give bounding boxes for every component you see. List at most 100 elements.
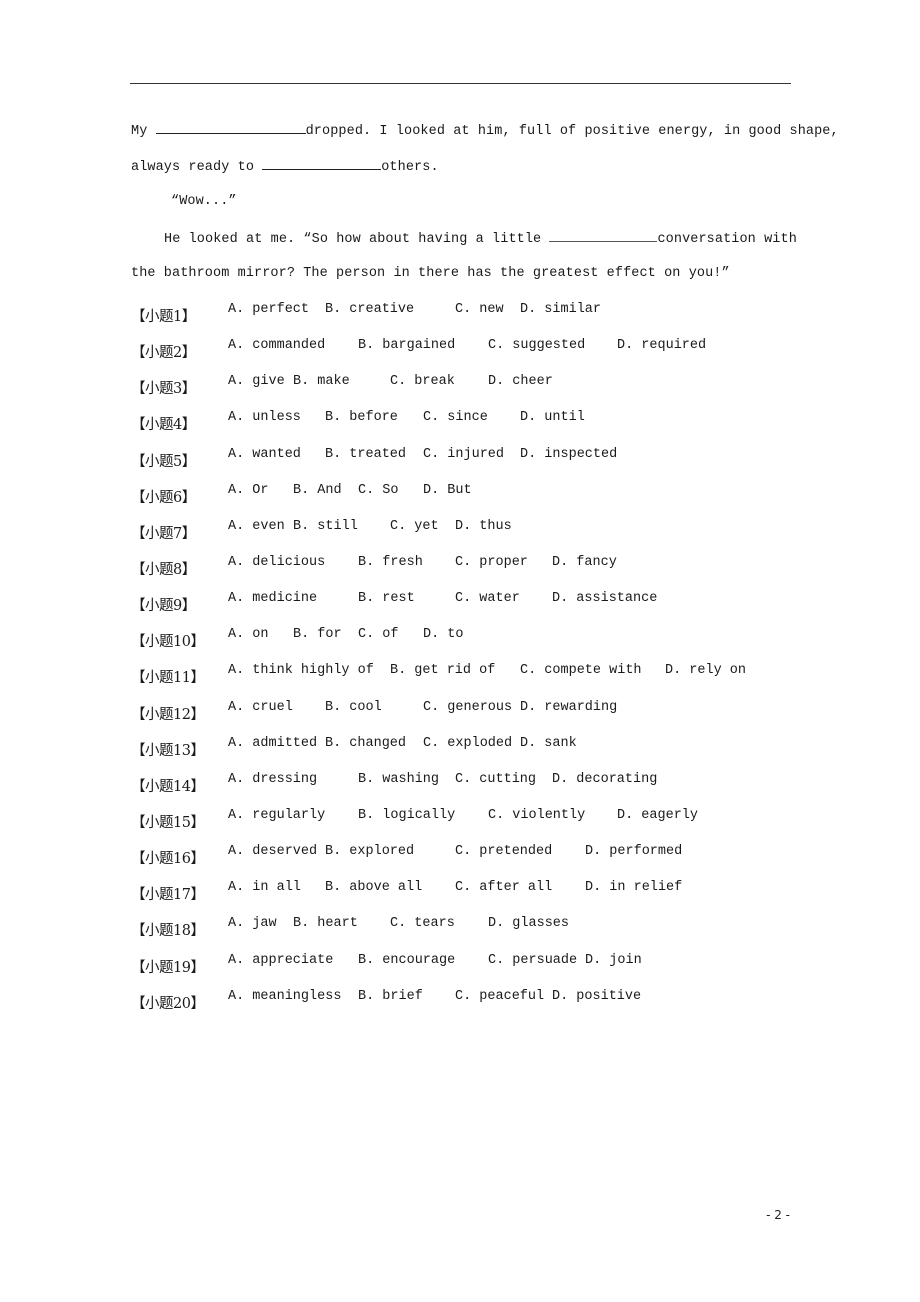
option-b: B. make xyxy=(293,374,350,390)
question-label: 【小题16】 xyxy=(131,851,205,868)
option-b: B. rest xyxy=(358,591,415,607)
question-label: 【小题15】 xyxy=(131,814,205,831)
option-d: D. sank xyxy=(520,735,577,751)
option-c: C. break xyxy=(390,374,455,390)
question-label: 【小题2】 xyxy=(131,345,196,362)
option-a: A. dressing xyxy=(228,771,318,787)
option-d: D. in relief xyxy=(585,880,683,896)
question-row: 【小题2】 A. commanded B. bargained C. suggeste… xyxy=(131,335,796,371)
question-label: 【小题13】 xyxy=(131,742,205,759)
option-d: D. required xyxy=(617,338,707,354)
option-c: C. cutting xyxy=(455,771,537,787)
page-number-text: - 2 - xyxy=(766,1208,790,1222)
option-a: A. meaningless xyxy=(228,988,342,1004)
option-b: B. for xyxy=(293,627,342,643)
option-a: A. unless xyxy=(228,410,301,426)
passage-line-2: always ready to others. xyxy=(131,155,796,191)
answer-blank xyxy=(155,119,306,134)
answer-blank xyxy=(549,227,658,242)
option-a: A. on xyxy=(228,627,269,643)
option-b: B. still xyxy=(293,518,358,534)
option-group: A. medicine B. rest C. water D. assistance xyxy=(228,588,796,610)
question-row: 【小题17】 A. in all B. above all C. after all D… xyxy=(131,877,796,913)
option-group: A. commanded B. bargained C. suggested D. r… xyxy=(228,335,796,357)
option-a: A. Or xyxy=(228,482,269,498)
option-group: A. even B. still C. yet D. thus xyxy=(228,516,796,538)
option-d: D. rewarding xyxy=(520,699,618,715)
option-b: B. changed xyxy=(325,735,407,751)
question-label: 【小题9】 xyxy=(131,598,196,615)
question-row: 【小题19】 A. appreciate B. encourage C. persua… xyxy=(131,950,796,986)
option-group: A. meaningless B. brief C. peaceful D. posi… xyxy=(228,986,796,1008)
option-group: A. jaw B. heart C. tears D. glasses xyxy=(228,913,796,935)
option-d: D. fancy xyxy=(552,554,617,570)
question-label: 【小题18】 xyxy=(131,923,205,940)
question-label: 【小题6】 xyxy=(131,489,196,506)
question-label: 【小题8】 xyxy=(131,561,196,578)
option-group: A. wanted B. treated C. injured D. inspecte… xyxy=(228,444,796,466)
passage-text: others. xyxy=(381,160,439,175)
question-row: 【小题16】 A. deserved B. explored C. pretended… xyxy=(131,841,796,877)
question-row: 【小题4】 A. unless B. before C. since D. until xyxy=(131,407,796,443)
option-c: C. proper xyxy=(455,554,528,570)
option-a: A. admitted xyxy=(228,735,318,751)
option-a: A. jaw xyxy=(228,916,277,932)
option-d: D. to xyxy=(423,627,464,643)
option-d: D. cheer xyxy=(488,374,553,390)
option-group: A. in all B. above all C. after all D. in r… xyxy=(228,877,796,899)
passage-text: dropped. I looked at him, full of positi… xyxy=(305,124,839,139)
question-list: 【小题1】 A. perfect B. creative C. new D. simil… xyxy=(131,299,796,1022)
question-label: 【小题4】 xyxy=(131,417,196,434)
option-b: B. treated xyxy=(325,446,407,462)
option-b: B. heart xyxy=(293,916,358,932)
option-b: B. cool xyxy=(325,699,382,715)
question-row: 【小题14】 A. dressing B. washing C. cutting D. … xyxy=(131,769,796,805)
option-group: A. regularly B. logically C. violently D. e… xyxy=(228,805,796,827)
option-b: B. brief xyxy=(358,988,423,1004)
option-a: A. regularly xyxy=(228,807,326,823)
option-group: A. delicious B. fresh C. proper D. fancy xyxy=(228,552,796,574)
option-a: A. deserved xyxy=(228,844,318,860)
question-label: 【小题14】 xyxy=(131,778,205,795)
option-group: A. appreciate B. encourage C. persuade D. j… xyxy=(228,950,796,972)
answer-blank xyxy=(262,155,382,170)
option-b: B. logically xyxy=(358,807,456,823)
passage-line-3: “Wow...” xyxy=(131,191,796,227)
question-label: 【小题7】 xyxy=(131,525,196,542)
question-row: 【小题10】 A. on B. for C. of D. to xyxy=(131,624,796,660)
option-d: D. until xyxy=(520,410,585,426)
option-d: D. positive xyxy=(552,988,642,1004)
option-c: C. compete with xyxy=(520,663,642,679)
option-b: B. fresh xyxy=(358,554,423,570)
page-number: - 2 - xyxy=(0,1208,920,1222)
option-c: C. So xyxy=(358,482,399,498)
option-c: C. yet xyxy=(390,518,439,534)
question-label: 【小题12】 xyxy=(131,706,205,723)
option-c: C. since xyxy=(423,410,488,426)
option-group: A. cruel B. cool C. generous D. rewarding xyxy=(228,697,796,719)
option-group: A. on B. for C. of D. to xyxy=(228,624,796,646)
question-row: 【小题5】 A. wanted B. treated C. injured D. ins… xyxy=(131,444,796,480)
option-c: C. peaceful xyxy=(455,988,545,1004)
option-group: A. unless B. before C. since D. until xyxy=(228,407,796,429)
question-row: 【小题7】 A. even B. still C. yet D. thus xyxy=(131,516,796,552)
option-c: C. new xyxy=(455,302,504,317)
option-b: B. above all xyxy=(325,880,423,896)
option-b: B. creative xyxy=(325,302,415,317)
question-label: 【小题11】 xyxy=(131,670,205,687)
question-row: 【小题8】 A. delicious B. fresh C. proper D. fan… xyxy=(131,552,796,588)
option-c: C. pretended xyxy=(455,844,553,860)
option-group: A. dressing B. washing C. cutting D. decora… xyxy=(228,769,796,791)
passage-line-4: He looked at me. “So how about having a … xyxy=(131,227,797,263)
option-c: C. exploded xyxy=(423,735,513,751)
option-c: C. water xyxy=(455,591,520,607)
option-d: D. But xyxy=(423,482,472,498)
option-c: C. generous xyxy=(423,699,513,715)
question-label: 【小题20】 xyxy=(131,995,205,1012)
option-a: A. wanted xyxy=(228,446,301,462)
option-a: A. even xyxy=(228,518,285,534)
question-row: 【小题3】 A. give B. make C. break D. cheer xyxy=(131,371,796,407)
option-group: A. deserved B. explored C. pretended D. per… xyxy=(228,841,796,863)
question-row: 【小题9】 A. medicine B. rest C. water D. assist… xyxy=(131,588,796,624)
option-b: B. encourage xyxy=(358,952,456,968)
